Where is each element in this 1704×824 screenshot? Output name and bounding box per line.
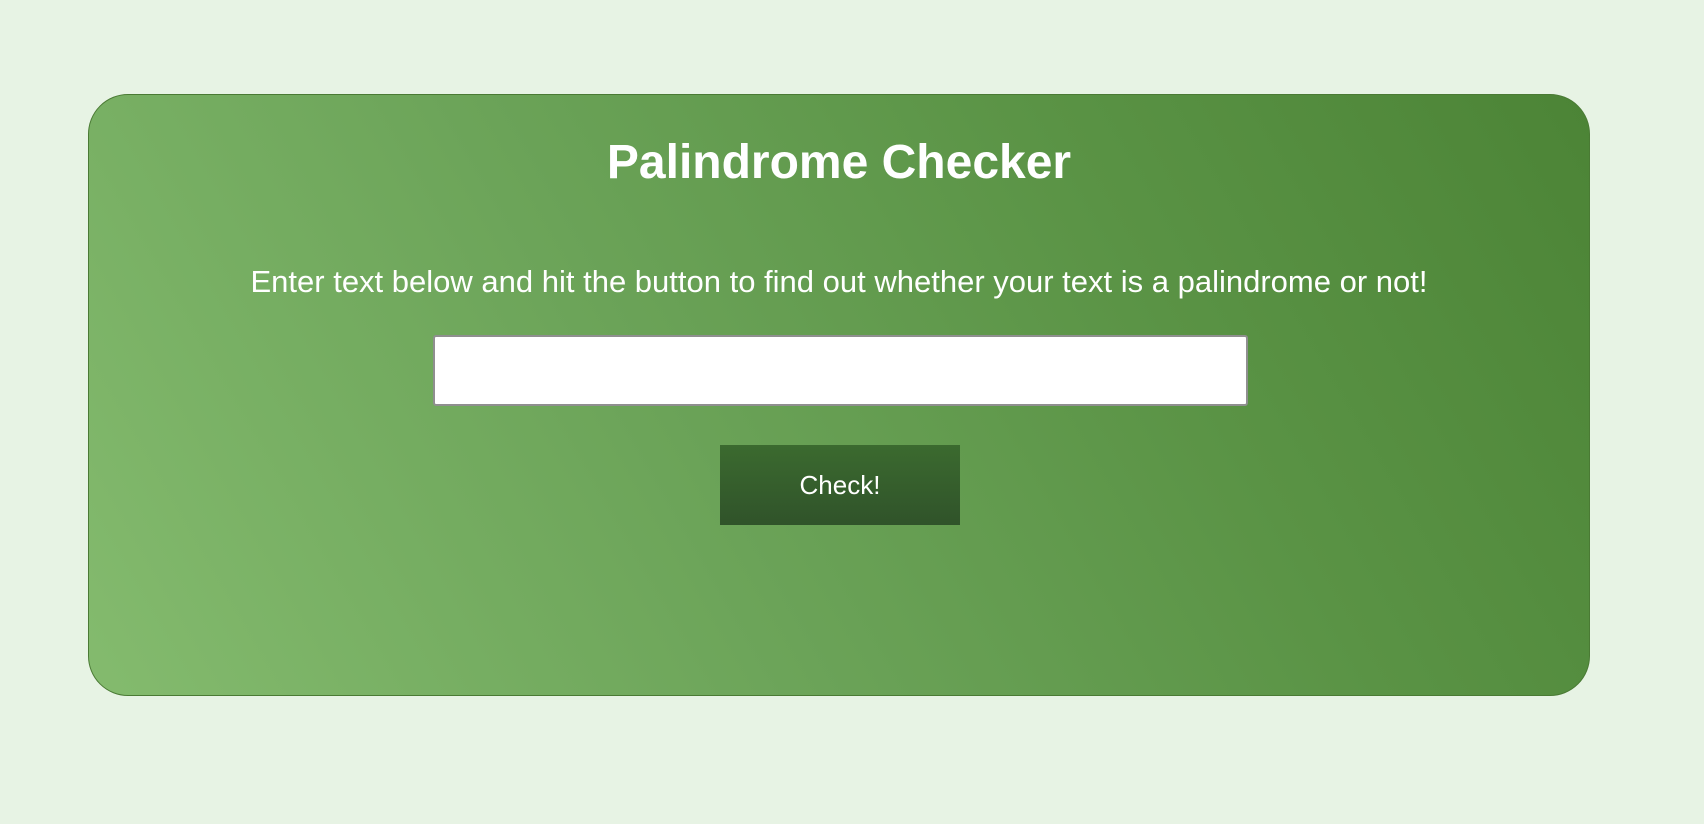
check-button[interactable]: Check! — [720, 445, 960, 525]
palindrome-checker-card: Palindrome Checker Enter text below and … — [88, 94, 1590, 696]
instructions-text: Enter text below and hit the button to f… — [250, 264, 1428, 299]
page-title: Palindrome Checker — [606, 136, 1072, 189]
text-input[interactable] — [433, 335, 1248, 406]
